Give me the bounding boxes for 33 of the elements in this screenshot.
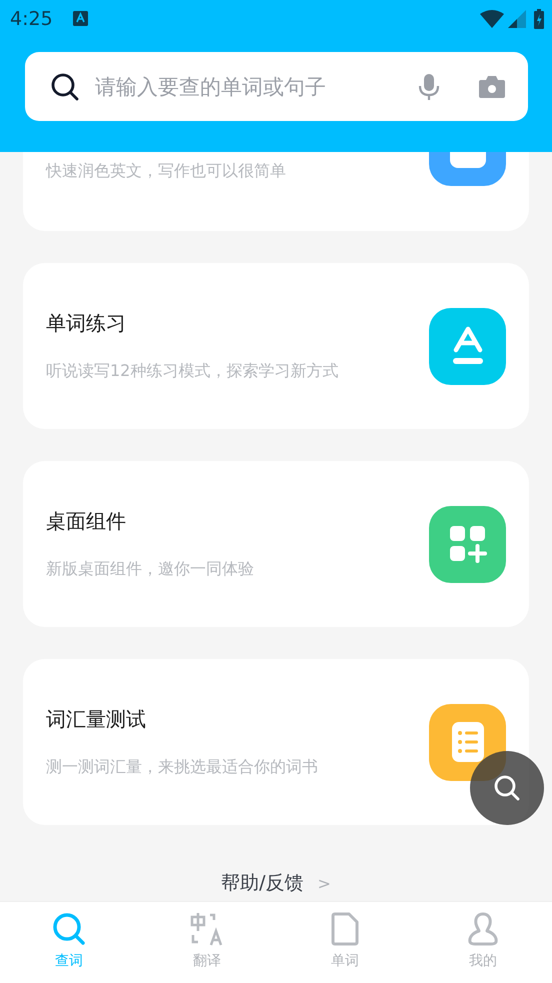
card-subtitle: 测一测词汇量，来挑选最适合你的词书: [46, 757, 318, 778]
card-subtitle: 新版桌面组件，邀你一同体验: [46, 559, 254, 580]
translate-icon: [190, 912, 224, 946]
widgets-icon: [448, 524, 488, 564]
feature-card[interactable]: 快速润色英文，写作也可以很简单: [23, 152, 529, 231]
list-icon: [450, 721, 486, 763]
app-notification-icon: [72, 11, 88, 26]
card-subtitle: 快速润色英文，写作也可以很简单: [46, 161, 286, 182]
search-icon: [51, 72, 79, 100]
status-time: 4:25: [10, 8, 53, 30]
card-title: 词汇量测试: [46, 706, 147, 733]
camera-icon[interactable]: [478, 74, 506, 98]
battery-icon: [534, 8, 544, 28]
feature-card[interactable]: 桌面组件 新版桌面组件，邀你一同体验: [23, 461, 529, 627]
card-title: 单词练习: [46, 310, 127, 337]
search-icon: [52, 912, 86, 946]
search-icon: [493, 774, 521, 802]
feature-card[interactable]: 词汇量测试 测一测词汇量，来挑选最适合你的词书: [23, 659, 529, 825]
nav-tab[interactable]: 我的: [414, 902, 552, 983]
person-icon: [467, 912, 499, 946]
search-field[interactable]: 请输入要查的单词或句子: [93, 74, 404, 100]
card-title: 桌面组件: [46, 508, 127, 535]
chevron-right: >: [318, 874, 331, 892]
feature-card[interactable]: 单词练习 听说读写12种练习模式，探索学习新方式: [23, 263, 529, 429]
signal-icon: [508, 10, 526, 28]
nav-tab[interactable]: 单词: [276, 902, 414, 983]
nav-tab[interactable]: 翻译: [138, 902, 276, 983]
nav-tab[interactable]: 查词: [0, 902, 138, 983]
help-feedback-link[interactable]: 帮助/反馈: [221, 870, 304, 896]
microphone-icon[interactable]: [418, 72, 440, 100]
document-icon: [331, 912, 359, 946]
card-subtitle: 听说读写12种练习模式，探索学习新方式: [46, 361, 338, 382]
wifi-icon: [480, 10, 504, 28]
